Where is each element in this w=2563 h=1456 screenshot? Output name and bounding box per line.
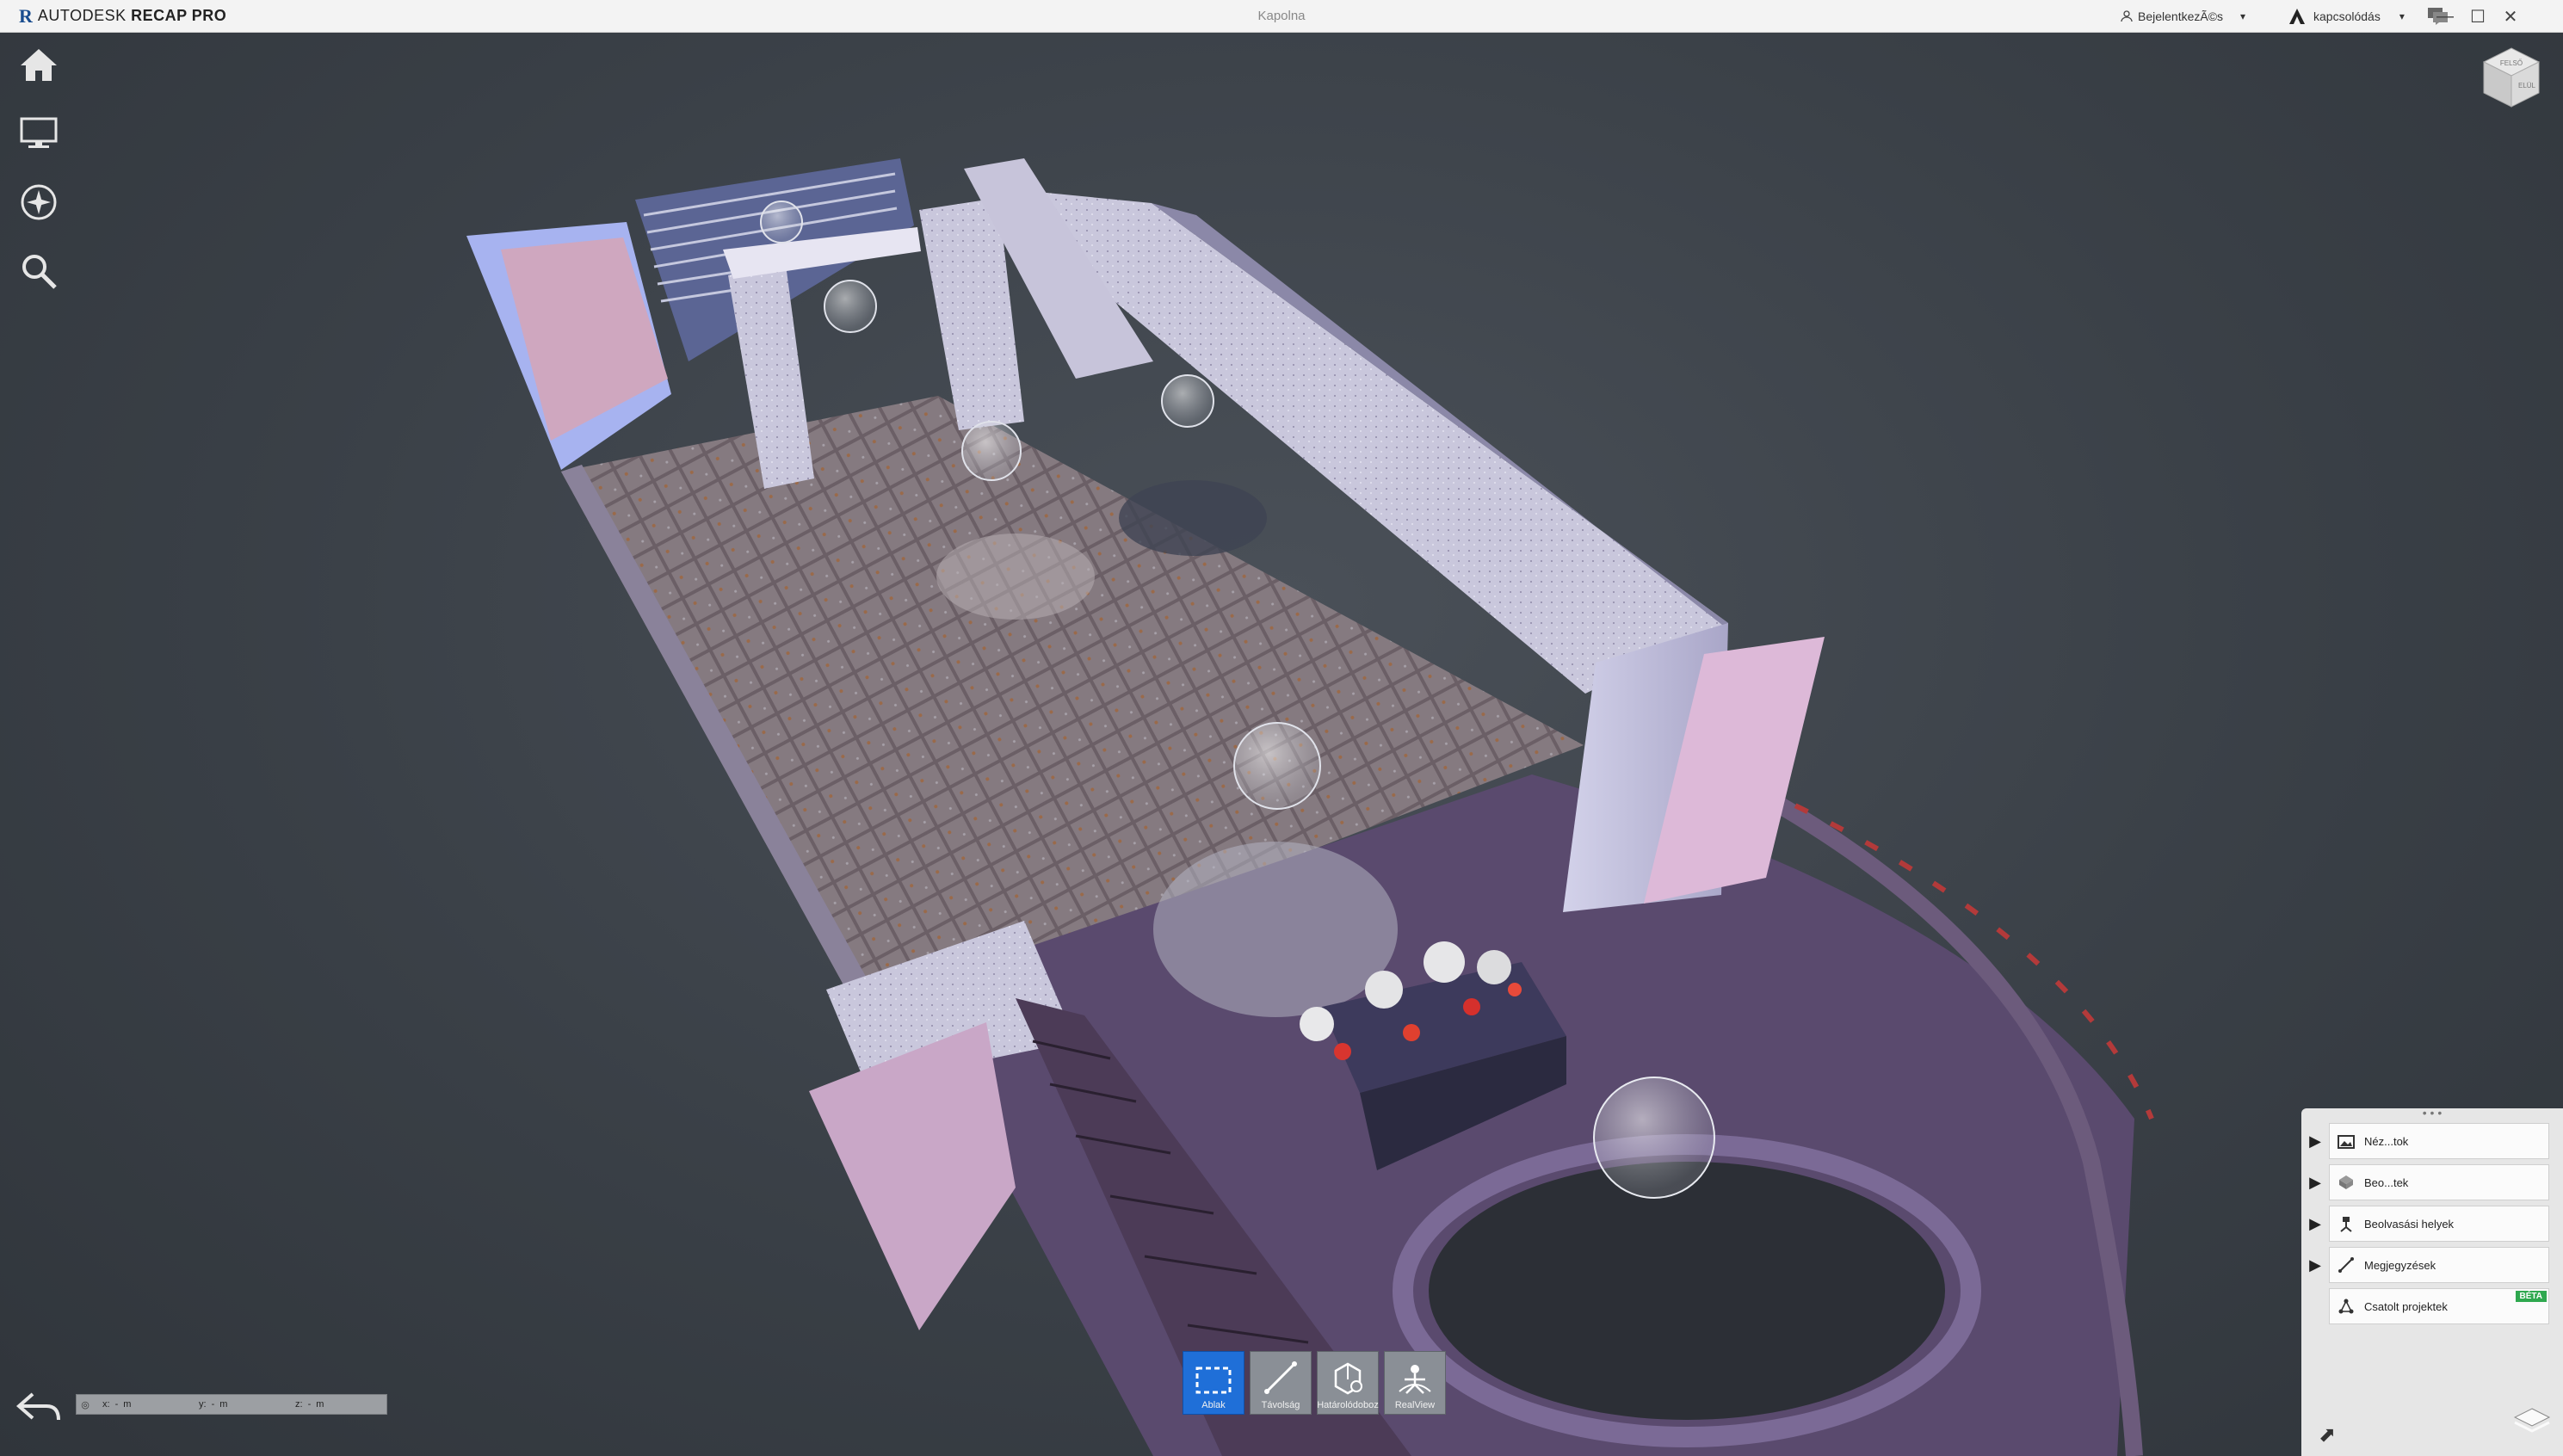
panel-grip[interactable]: • • • <box>2301 1107 2563 1120</box>
tool-label: RealView <box>1394 1400 1436 1410</box>
brand-product: RECAP PRO <box>131 7 227 24</box>
coord-x: x: - m <box>94 1399 190 1410</box>
autodesk-a-icon <box>2289 9 2305 24</box>
coord-x-unit: m <box>123 1399 132 1410</box>
window-select-button[interactable]: Ablak <box>1183 1351 1244 1415</box>
viewcube-front-label: ELÜL <box>2518 82 2536 89</box>
scans-item[interactable]: Beo...tek <box>2329 1164 2549 1200</box>
bottom-toolbar: Ablak Távolság Határolódoboz RealView <box>1183 1351 1446 1415</box>
signin-menu[interactable]: BejelentkezÃ©s ▾ <box>2121 0 2245 33</box>
panel-row-linked-projects: Csatolt projektek BÉTA <box>2301 1286 2563 1327</box>
annotations-label: Megjegyzések <box>2364 1258 2436 1272</box>
coord-x-value: - <box>114 1399 119 1410</box>
tool-label: Távolság <box>1261 1400 1300 1410</box>
window-controls: — ☐ ✕ <box>2429 0 2527 33</box>
chevron-down-icon: ▾ <box>2240 10 2246 22</box>
scans-icon <box>2337 1173 2356 1192</box>
left-navigation <box>15 45 62 291</box>
connect-label: kapcsolódás <box>2313 9 2381 23</box>
linked-projects-icon <box>2337 1297 2356 1316</box>
beta-badge: BÉTA <box>2515 1291 2547 1302</box>
close-button[interactable]: ✕ <box>2494 0 2527 33</box>
expand-arrow-icon[interactable]: ▶ <box>2301 1132 2329 1151</box>
tool-label: Határolódoboz <box>1317 1400 1379 1410</box>
viewcube[interactable]: FELSŐ ELÜL <box>2477 43 2546 112</box>
recap-logo-icon: R <box>19 4 33 27</box>
chevron-down-icon: ▾ <box>2399 10 2405 22</box>
views-label: Néz...tok <box>2364 1134 2409 1148</box>
annotations-item[interactable]: Megjegyzések <box>2329 1247 2549 1283</box>
window-select-icon <box>1195 1367 1232 1394</box>
coordinate-icon[interactable]: ◎ <box>77 1399 94 1410</box>
app-name: AUTODESK RECAP PRO <box>38 7 226 25</box>
connect-menu[interactable]: kapcsolódás ▾ <box>2288 0 2449 33</box>
tool-label: Ablak <box>1201 1400 1226 1410</box>
scan-locations-item[interactable]: Beolvasási helyek <box>2329 1206 2549 1242</box>
viewcube-top-label: FELSŐ <box>2500 59 2523 67</box>
brand-prefix: AUTODESK <box>37 7 127 24</box>
maximize-button[interactable]: ☐ <box>2461 0 2494 33</box>
coord-y: y: - m <box>190 1399 287 1410</box>
distance-button[interactable]: Távolság <box>1250 1351 1312 1415</box>
title-bar: R AUTODESK RECAP PRO Kapolna Bejelentkez… <box>0 0 2563 33</box>
distance-icon <box>1264 1361 1297 1394</box>
minimize-button[interactable]: — <box>2429 0 2461 33</box>
layers-icon[interactable] <box>2513 1407 2551 1441</box>
scan-locations-label: Beolvasási helyek <box>2364 1217 2455 1231</box>
coord-y-value: - <box>211 1399 215 1410</box>
coord-z: z: - m <box>287 1399 383 1410</box>
limit-box-icon <box>1334 1362 1362 1395</box>
display-icon[interactable] <box>15 114 62 153</box>
point-cloud-viewport[interactable]: FELSŐ ELÜL <box>0 33 2563 1456</box>
scans-label: Beo...tek <box>2364 1175 2409 1189</box>
expand-arrow-icon[interactable]: ▶ <box>2301 1256 2329 1274</box>
realview-button[interactable]: RealView <box>1384 1351 1446 1415</box>
project-panel: • • • ▶ Néz...tok ▶ Beo...tek ▶ Beolvasá… <box>2301 1107 2563 1456</box>
coord-x-label: x: <box>102 1399 110 1410</box>
signin-label: BejelentkezÃ©s <box>2138 9 2224 23</box>
user-icon <box>2121 10 2133 22</box>
back-arrow-icon[interactable] <box>15 1391 62 1429</box>
expand-panel-icon[interactable]: ⬈ <box>2319 1422 2336 1447</box>
app-brand: R AUTODESK RECAP PRO <box>19 5 226 28</box>
panel-row-views: ▶ Néz...tok <box>2301 1120 2563 1162</box>
annotations-icon <box>2337 1255 2356 1274</box>
expand-arrow-icon[interactable]: ▶ <box>2301 1215 2329 1233</box>
views-icon <box>2337 1132 2356 1151</box>
panel-row-scan-locations: ▶ Beolvasási helyek <box>2301 1203 2563 1244</box>
expand-arrow-icon[interactable]: ▶ <box>2301 1174 2329 1192</box>
panel-row-annotations: ▶ Megjegyzések <box>2301 1244 2563 1286</box>
coord-z-unit: m <box>316 1399 324 1410</box>
coordinate-readout: ◎ x: - m y: - m z: - m <box>76 1394 387 1415</box>
scan-locations-icon <box>2337 1214 2356 1233</box>
navigate-icon[interactable] <box>15 182 62 222</box>
linked-projects-item[interactable]: Csatolt projektek BÉTA <box>2329 1288 2549 1324</box>
coord-z-value: - <box>307 1399 312 1410</box>
search-icon[interactable] <box>15 251 62 291</box>
panel-row-scans: ▶ Beo...tek <box>2301 1162 2563 1203</box>
limit-box-button[interactable]: Határolódoboz <box>1317 1351 1379 1415</box>
coord-z-label: z: <box>295 1399 303 1410</box>
home-icon[interactable] <box>15 45 62 84</box>
realview-icon <box>1399 1365 1431 1394</box>
linked-projects-label: Csatolt projektek <box>2364 1299 2448 1313</box>
views-item[interactable]: Néz...tok <box>2329 1123 2549 1159</box>
coord-y-unit: m <box>219 1399 228 1410</box>
coord-y-label: y: <box>199 1399 207 1410</box>
point-cloud-scene <box>466 158 2154 1456</box>
